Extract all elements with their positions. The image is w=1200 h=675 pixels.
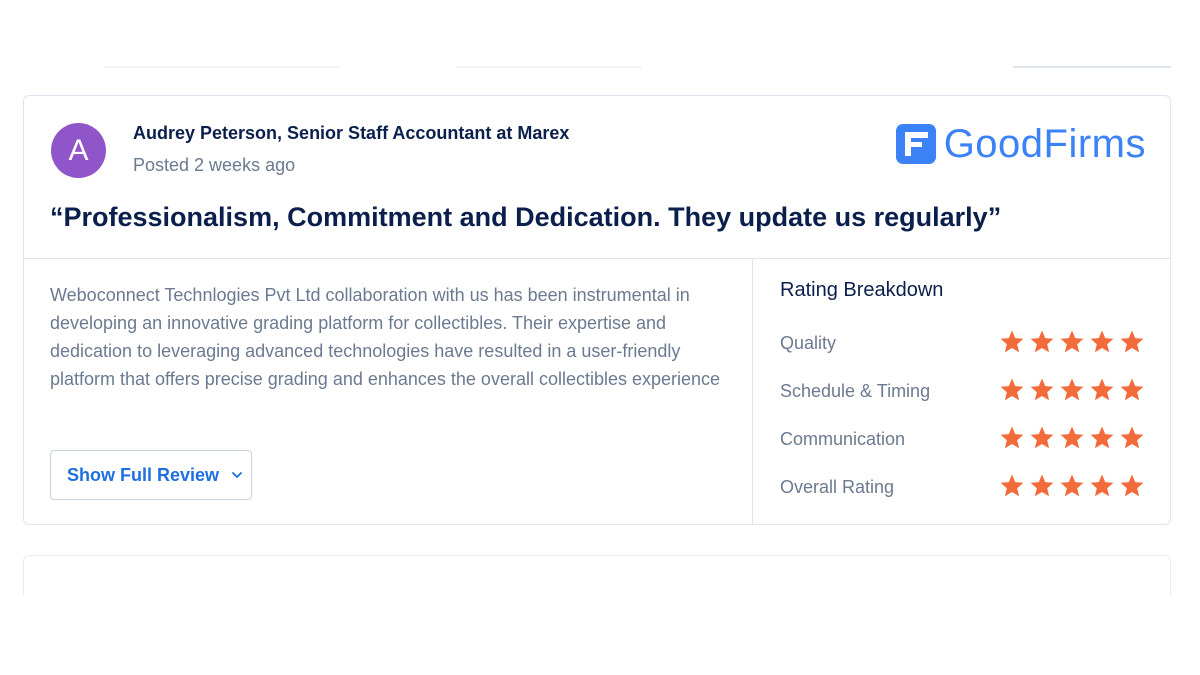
star-icon xyxy=(1030,330,1054,353)
star-icon xyxy=(1030,474,1054,497)
rating-label: Quality xyxy=(780,333,837,353)
star-icon xyxy=(1060,330,1084,353)
star-icon xyxy=(1060,426,1084,449)
star-icon xyxy=(1120,330,1144,353)
star-icon xyxy=(1090,330,1114,353)
star-icon xyxy=(1000,378,1024,401)
review-headline: “Professionalism, Commitment and Dedicat… xyxy=(50,202,1002,232)
rating-label: Communication xyxy=(780,429,906,449)
show-full-review-button[interactable]: Show Full Review xyxy=(50,450,252,500)
logo-text: GoodFirms xyxy=(943,121,1146,166)
next-review-card xyxy=(23,555,1171,595)
star-rating xyxy=(999,425,1145,451)
star-rating xyxy=(999,473,1145,499)
star-icon xyxy=(1090,378,1114,401)
star-icon xyxy=(1060,474,1084,497)
rating-breakdown-title: Rating Breakdown xyxy=(780,279,944,301)
star-icon xyxy=(1030,426,1054,449)
rating-row: Schedule & Timing xyxy=(780,377,1145,407)
rating-label: Schedule & Timing xyxy=(780,381,931,401)
rating-row: Overall Rating xyxy=(780,473,1145,503)
top-divider-right xyxy=(1013,66,1171,68)
star-icon xyxy=(1000,330,1024,353)
goodfirms-logo-icon xyxy=(895,124,936,164)
star-icon xyxy=(1090,426,1114,449)
star-icon xyxy=(1030,378,1054,401)
rating-label: Overall Rating xyxy=(780,477,895,497)
goodfirms-logo: GoodFirms xyxy=(895,121,1146,166)
review-card: A Audrey Peterson, Senior Staff Accounta… xyxy=(23,95,1171,525)
review-body: Weboconnect Technlogies Pvt Ltd collabor… xyxy=(50,285,721,389)
top-divider-center xyxy=(456,66,642,68)
top-divider-left xyxy=(104,66,340,68)
column-divider xyxy=(752,258,753,524)
reviewer-name: Audrey Peterson, Senior Staff Accountant… xyxy=(133,123,570,143)
rating-row: Quality xyxy=(780,329,1145,359)
star-icon xyxy=(1060,378,1084,401)
rating-row: Communication xyxy=(780,425,1145,455)
show-full-review-label: Show Full Review xyxy=(67,464,220,485)
star-icon xyxy=(1120,426,1144,449)
star-icon xyxy=(1090,474,1114,497)
posted-date: Posted 2 weeks ago xyxy=(133,155,296,175)
header-divider xyxy=(24,258,1170,259)
star-rating xyxy=(999,329,1145,355)
star-icon xyxy=(1120,378,1144,401)
star-rating xyxy=(999,377,1145,403)
avatar: A xyxy=(51,123,106,178)
star-icon xyxy=(1000,474,1024,497)
chevron-down-icon xyxy=(232,472,242,478)
star-icon xyxy=(1000,426,1024,449)
star-icon xyxy=(1120,474,1144,497)
